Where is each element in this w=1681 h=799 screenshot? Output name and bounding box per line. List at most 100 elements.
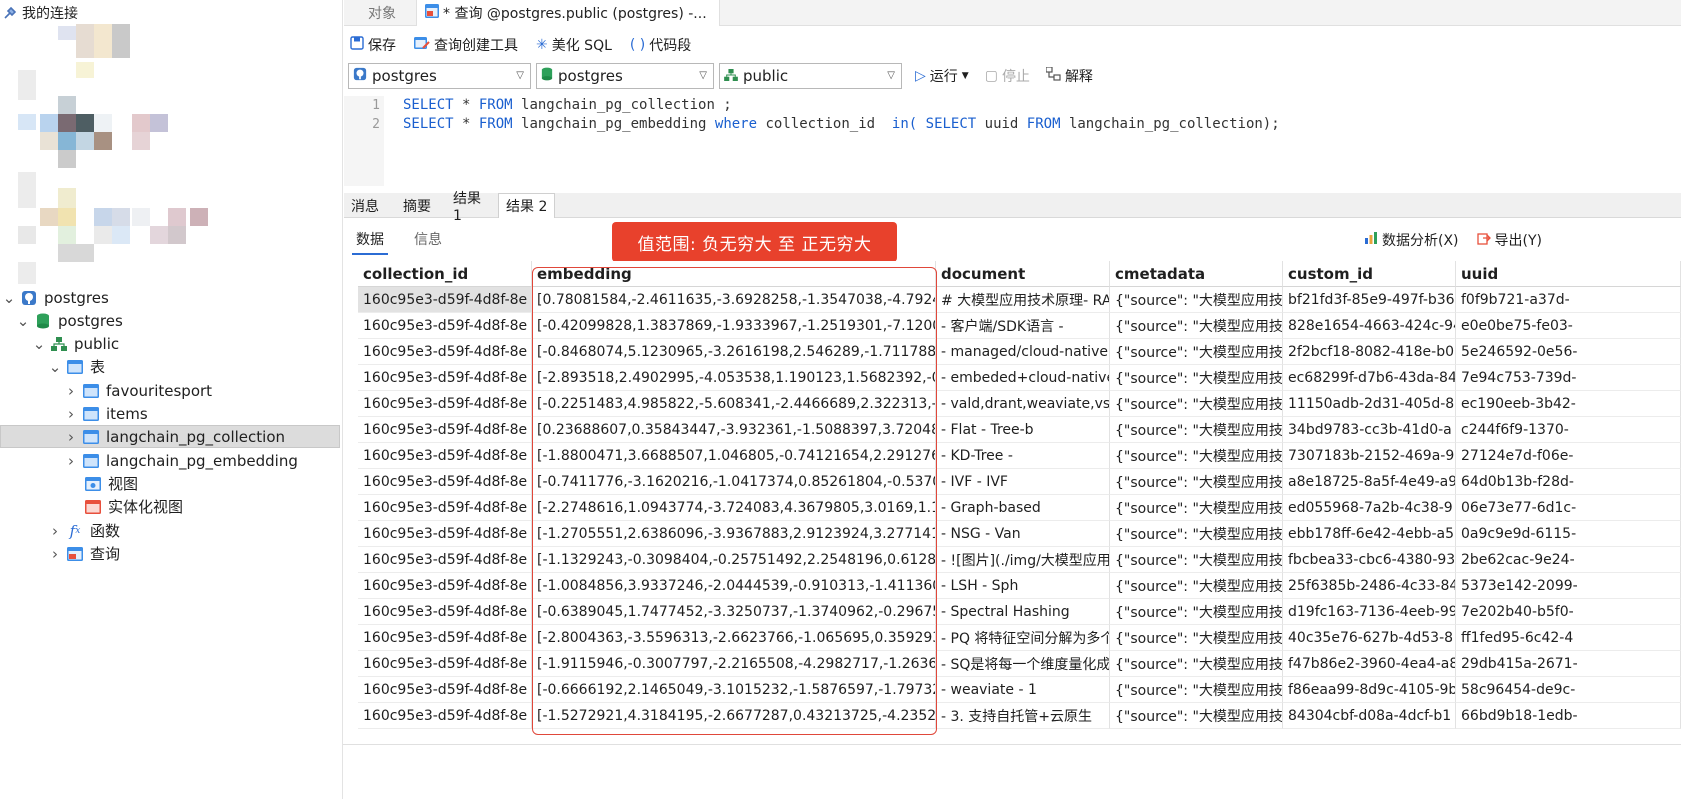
tab-summary[interactable]: 摘要 — [396, 193, 446, 218]
cell-document[interactable]: - Spectral Hashing — [936, 599, 1110, 625]
tab-objects[interactable]: 对象 — [344, 0, 416, 26]
chevron-right-icon[interactable]: › — [64, 382, 78, 400]
tree-item-items[interactable]: › items — [0, 402, 340, 425]
cell-custom-id[interactable]: f86eaa99-8d9c-4105-9b — [1283, 677, 1456, 703]
connections-header[interactable]: 我的连接 — [2, 3, 78, 23]
cell-cmetadata[interactable]: {"source": "大模型应用技 — [1110, 495, 1283, 521]
chevron-down-icon[interactable]: ⌄ — [48, 358, 62, 376]
connection-select[interactable]: postgres ▽ — [348, 63, 531, 89]
cell-collection-id[interactable]: 160c95e3-d59f-4d8f-8e — [358, 547, 532, 573]
cell-embedding[interactable]: [-0.7411776,-3.1620216,-1.0417374,0.8526… — [532, 469, 936, 495]
cell-uuid[interactable]: ff1fed95-6c42-4 — [1456, 625, 1681, 651]
cell-embedding[interactable]: [-1.5272921,4.3184195,-2.6677287,0.43213… — [532, 703, 936, 729]
cell-cmetadata[interactable]: {"source": "大模型应用技 — [1110, 703, 1283, 729]
cell-document[interactable]: - IVF - IVF — [936, 469, 1110, 495]
cell-document[interactable]: - embeded+cloud-native — [936, 365, 1110, 391]
table-row[interactable]: 160c95e3-d59f-4d8f-8e [-1.8800471,3.66885… — [358, 443, 1681, 469]
database-select[interactable]: postgres ▽ — [536, 63, 714, 89]
tree-item-functions[interactable]: › fx 函数 — [0, 519, 340, 542]
cell-uuid[interactable]: c244f6f9-1370- — [1456, 417, 1681, 443]
tree-item-postgres-connection[interactable]: ⌄ postgres — [0, 286, 340, 309]
table-row[interactable]: 160c95e3-d59f-4d8f-8e [-0.8468074,5.12309… — [358, 339, 1681, 365]
table-row[interactable]: 160c95e3-d59f-4d8f-8e [-1.2705551,2.63860… — [358, 521, 1681, 547]
cell-document[interactable]: - Flat - Tree-b — [936, 417, 1110, 443]
table-row[interactable]: 160c95e3-d59f-4d8f-8e [-0.2251483,4.98582… — [358, 391, 1681, 417]
table-row[interactable]: 160c95e3-d59f-4d8f-8e [-2.2748616,1.09437… — [358, 495, 1681, 521]
cell-uuid[interactable]: 29db415a-2671- — [1456, 651, 1681, 677]
cell-cmetadata[interactable]: {"source": "大模型应用技 — [1110, 573, 1283, 599]
chevron-down-icon[interactable]: ⌄ — [32, 335, 46, 353]
table-row[interactable]: 160c95e3-d59f-4d8f-8e [0.78081584,-2.4611… — [358, 287, 1681, 313]
chevron-down-icon[interactable]: ⌄ — [16, 312, 30, 330]
tree-item-tables-folder[interactable]: ⌄ 表 — [0, 355, 340, 378]
tree-item-favouritesport[interactable]: › favouritesport — [0, 379, 340, 402]
cell-cmetadata[interactable]: {"source": "大模型应用技 — [1110, 339, 1283, 365]
cell-document[interactable]: - Graph-based — [936, 495, 1110, 521]
column-header-uuid[interactable]: uuid — [1456, 261, 1681, 287]
cell-cmetadata[interactable]: {"source": "大模型应用技 — [1110, 443, 1283, 469]
cell-uuid[interactable]: 5373e142-2099- — [1456, 573, 1681, 599]
cell-custom-id[interactable]: ebb178ff-6e42-4ebb-a5 — [1283, 521, 1456, 547]
tree-item-langchain-pg-collection[interactable]: › langchain_pg_collection — [0, 425, 340, 448]
cell-custom-id[interactable]: 25f6385b-2486-4c33-84 — [1283, 573, 1456, 599]
cell-document[interactable]: # 大模型应用技术原理- RAG — [936, 287, 1110, 313]
cell-document[interactable]: - SQ是将每一个维度量化成 — [936, 651, 1110, 677]
cell-document[interactable]: - ![图片](./img/大模型应用 — [936, 547, 1110, 573]
export-button[interactable]: 导出(Y) — [1476, 230, 1542, 250]
beautify-sql-button[interactable]: ✳ 美化 SQL — [536, 35, 612, 55]
chevron-right-icon[interactable]: › — [64, 428, 78, 446]
cell-embedding[interactable]: [-0.6389045,1.7477452,-3.3250737,-1.3740… — [532, 599, 936, 625]
stop-button[interactable]: ▢ 停止 — [985, 66, 1030, 86]
tab-messages[interactable]: 消息 — [344, 193, 396, 218]
table-row[interactable]: 160c95e3-d59f-4d8f-8e [-0.42099828,1.3837… — [358, 313, 1681, 339]
table-row[interactable]: 160c95e3-d59f-4d8f-8e [-1.0084856,3.93372… — [358, 573, 1681, 599]
cell-uuid[interactable]: e0e0be75-fe03- — [1456, 313, 1681, 339]
cell-uuid[interactable]: 0a9c9e9d-6115- — [1456, 521, 1681, 547]
cell-collection-id[interactable]: 160c95e3-d59f-4d8f-8e — [358, 625, 532, 651]
cell-custom-id[interactable]: ed055968-7a2b-4c38-9 — [1283, 495, 1456, 521]
chevron-right-icon[interactable]: › — [48, 522, 62, 540]
cell-embedding[interactable]: [-1.8800471,3.6688507,1.046805,-0.741216… — [532, 443, 936, 469]
cell-cmetadata[interactable]: {"source": "大模型应用技 — [1110, 625, 1283, 651]
cell-collection-id[interactable]: 160c95e3-d59f-4d8f-8e — [358, 313, 532, 339]
cell-custom-id[interactable]: 40c35e76-627b-4d53-8 — [1283, 625, 1456, 651]
cell-collection-id[interactable]: 160c95e3-d59f-4d8f-8e — [358, 469, 532, 495]
dropdown-arrow-icon[interactable]: ▼ — [962, 71, 969, 81]
cell-custom-id[interactable]: a8e18725-8a5f-4e49-a9 — [1283, 469, 1456, 495]
cell-collection-id[interactable]: 160c95e3-d59f-4d8f-8e — [358, 521, 532, 547]
table-row[interactable]: 160c95e3-d59f-4d8f-8e [-0.6666192,2.14650… — [358, 677, 1681, 703]
cell-embedding[interactable]: [0.78081584,-2.4611635,-3.6928258,-1.354… — [532, 287, 936, 313]
cell-uuid[interactable]: 5e246592-0e56- — [1456, 339, 1681, 365]
cell-embedding[interactable]: [-0.42099828,1.3837869,-1.9333967,-1.251… — [532, 313, 936, 339]
cell-collection-id[interactable]: 160c95e3-d59f-4d8f-8e — [358, 287, 532, 313]
cell-collection-id[interactable]: 160c95e3-d59f-4d8f-8e — [358, 651, 532, 677]
tab-data[interactable]: 数据 — [352, 229, 388, 255]
cell-uuid[interactable]: 66bd9b18-1edb- — [1456, 703, 1681, 729]
query-builder-button[interactable]: 查询创建工具 — [414, 35, 518, 55]
cell-cmetadata[interactable]: {"source": "大模型应用技 — [1110, 651, 1283, 677]
cell-custom-id[interactable]: 2f2bcf18-8082-418e-b0 — [1283, 339, 1456, 365]
code-snippet-button[interactable]: ( ) 代码段 — [630, 35, 691, 55]
data-analysis-button[interactable]: 数据分析(X) — [1364, 230, 1459, 250]
cell-document[interactable]: - 客户端/SDK语言 - — [936, 313, 1110, 339]
cell-uuid[interactable]: 64d0b13b-f28d- — [1456, 469, 1681, 495]
column-header-document[interactable]: document — [936, 261, 1110, 287]
cell-custom-id[interactable]: fbcbea33-cbc6-4380-93 — [1283, 547, 1456, 573]
tab-query[interactable]: * 查询 @postgres.public (postgres) -... — [416, 0, 720, 26]
cell-custom-id[interactable]: ec68299f-d7b6-43da-84 — [1283, 365, 1456, 391]
column-header-custom-id[interactable]: custom_id — [1283, 261, 1456, 287]
cell-uuid[interactable]: f0f9b721-a37d- — [1456, 287, 1681, 313]
cell-embedding[interactable]: [-1.2705551,2.6386096,-3.9367883,2.91239… — [532, 521, 936, 547]
cell-cmetadata[interactable]: {"source": "大模型应用技 — [1110, 677, 1283, 703]
column-header-collection-id[interactable]: collection_id — [358, 261, 532, 287]
cell-document[interactable]: - PQ 将特征空间分解为多个 — [936, 625, 1110, 651]
column-header-cmetadata[interactable]: cmetadata — [1110, 261, 1283, 287]
cell-embedding[interactable]: [-2.8004363,-3.5596313,-2.6623766,-1.065… — [532, 625, 936, 651]
cell-document[interactable]: - 3. 支持自托管+云原生 — [936, 703, 1110, 729]
cell-cmetadata[interactable]: {"source": "大模型应用技 — [1110, 391, 1283, 417]
cell-collection-id[interactable]: 160c95e3-d59f-4d8f-8e — [358, 339, 532, 365]
run-button[interactable]: ▷ 运行 ▼ — [915, 66, 969, 86]
tree-item-public-schema[interactable]: ⌄ public — [0, 332, 340, 355]
cell-custom-id[interactable]: 7307183b-2152-469a-9 — [1283, 443, 1456, 469]
cell-cmetadata[interactable]: {"source": "大模型应用技 — [1110, 365, 1283, 391]
